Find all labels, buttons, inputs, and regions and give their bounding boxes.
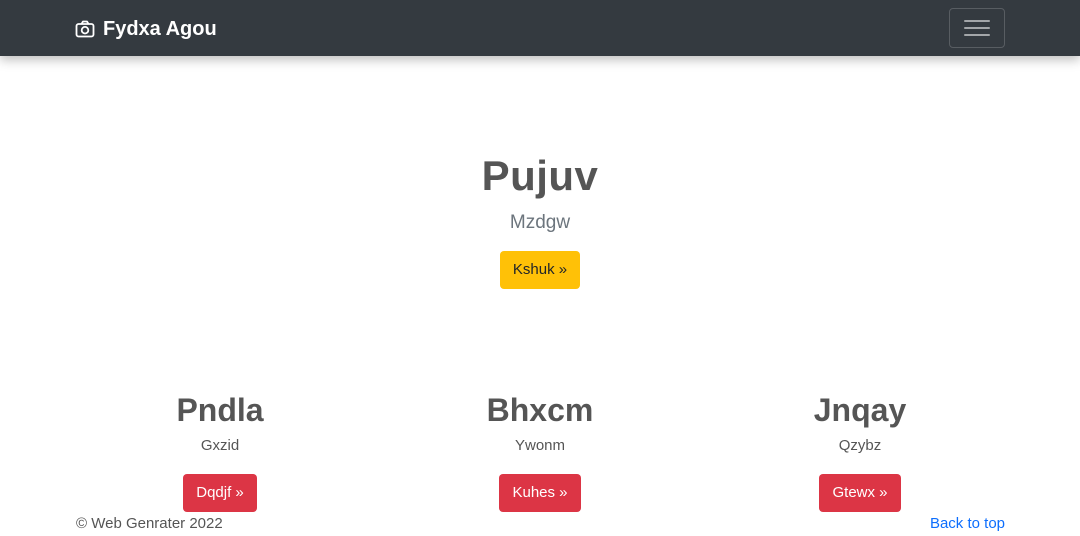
navbar-toggler-button[interactable] [949, 8, 1005, 48]
column-button[interactable]: Kuhes » [499, 474, 581, 512]
feature-column-3: Jnqay Qzybz Gtewx » [680, 390, 1040, 512]
hero-title: Pujuv [481, 152, 599, 199]
brand-link[interactable]: Fydxa Agou [75, 16, 217, 42]
brand-text: Fydxa Agou [103, 17, 217, 40]
feature-column-2: Bhxcm Ywonm Kuhes » [360, 390, 720, 512]
navbar: Fydxa Agou [0, 0, 1080, 56]
column-text: Qzybz [838, 437, 882, 454]
column-text: Ywonm [514, 437, 566, 454]
column-title: Bhxcm [486, 392, 594, 428]
hero-button[interactable]: Kshuk » [499, 251, 581, 289]
column-button[interactable]: Dqdjf » [183, 474, 257, 512]
feature-column-1: Pndla Gxzid Dqdjf » [40, 390, 400, 512]
column-text: Gxzid [200, 437, 240, 454]
hero-subtitle: Mzdgw [509, 212, 571, 233]
hero-section: Pujuv Mzdgw Kshuk » [0, 150, 1080, 289]
camera-icon [75, 20, 95, 38]
back-to-top-link[interactable]: Back to top [930, 515, 1005, 532]
column-title: Jnqay [813, 392, 907, 428]
column-title: Pndla [176, 392, 264, 428]
hamburger-menu-icon [964, 18, 990, 38]
column-button[interactable]: Gtewx » [819, 474, 901, 512]
footer-copyright: © Web Genrater 2022 [76, 515, 223, 532]
